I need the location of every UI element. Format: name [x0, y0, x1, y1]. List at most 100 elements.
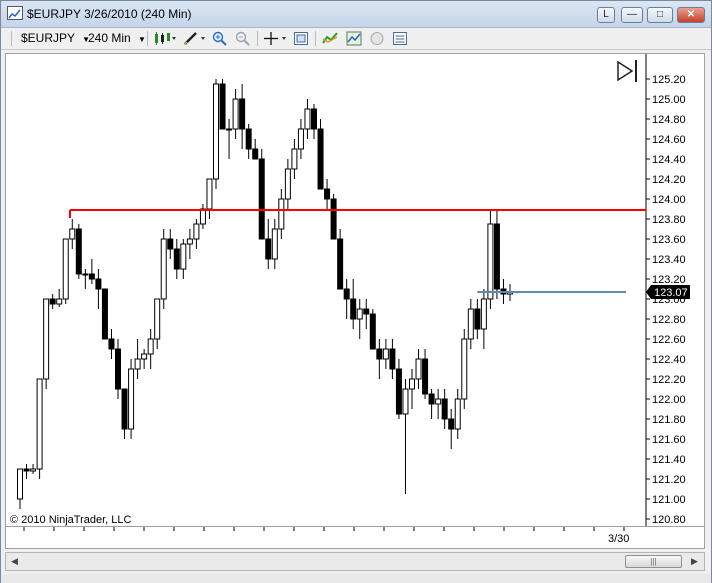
toolbar-separator [315, 31, 316, 46]
candle-body [343, 288, 350, 300]
candle-body [271, 228, 278, 260]
minimize-button[interactable]: — [621, 7, 643, 23]
clock-icon[interactable] [369, 31, 385, 46]
y-tick-label: 122.00 [652, 394, 686, 406]
y-tick-label: 125.20 [652, 74, 686, 86]
x-axis-ticks [23, 527, 625, 531]
y-tick-label: 124.60 [652, 134, 686, 146]
y-tick-label: 123.20 [652, 274, 686, 286]
candle-body [369, 313, 376, 350]
candle-body [252, 148, 259, 160]
toolbar-separator [147, 31, 148, 46]
window-title: $EURJPY 3/26/2010 (240 Min) [27, 7, 192, 21]
instrument-selector[interactable]: $EURJPY ▼ [21, 30, 90, 47]
y-tick-label: 123.40 [652, 254, 686, 266]
candle-body [36, 378, 43, 470]
chart-panel[interactable]: 123.07 125.20 125.00 124.80 124.60 124.40 124… [5, 53, 705, 527]
candle-body [356, 308, 363, 320]
x-axis [5, 527, 705, 549]
toolbar-grip [11, 31, 12, 46]
candle-body [441, 398, 448, 420]
horizontal-scrollbar[interactable]: ◀ ||| ▶ [5, 552, 705, 571]
candle-body [206, 178, 213, 210]
candle-body [160, 238, 167, 300]
y-tick-label: 122.60 [652, 334, 686, 346]
candle-body [435, 398, 442, 405]
candle-body [186, 238, 193, 245]
scroll-right-icon[interactable]: ▶ [688, 555, 701, 568]
candle-body [480, 298, 487, 330]
crosshair-icon[interactable] [263, 31, 289, 46]
chart-app-icon [7, 6, 23, 20]
candle-body [363, 308, 370, 315]
candle-body [291, 148, 298, 170]
candle-body [395, 368, 402, 415]
chevron-down-icon: ▼ [138, 35, 146, 44]
candle-body [180, 243, 187, 270]
candle-body [154, 298, 161, 340]
y-tick-label: 124.80 [652, 114, 686, 126]
candle-body [108, 338, 115, 350]
title-bar[interactable]: $EURJPY 3/26/2010 (240 Min) L — □ ✕ [1, 1, 711, 28]
y-tick-label: 123.60 [652, 234, 686, 246]
candle-body [62, 238, 69, 300]
candle-body [454, 398, 461, 430]
period-selector[interactable]: 240 Min ▼ [88, 30, 146, 47]
candle-body [56, 298, 63, 305]
candle-body [226, 128, 233, 131]
candle-body [17, 468, 23, 500]
scroll-left-icon[interactable]: ◀ [8, 555, 21, 568]
y-tick-label: 124.40 [652, 154, 686, 166]
data-box-icon[interactable] [392, 31, 408, 46]
candle-body [128, 368, 135, 430]
candle-body [415, 358, 422, 380]
drawing-pencil-icon[interactable] [182, 31, 208, 46]
price-chart[interactable]: 123.07 125.20125.00124.80124.60124.40124… [6, 54, 704, 526]
y-tick-label: 120.80 [652, 514, 686, 526]
chart-window: $EURJPY 3/26/2010 (240 Min) L — □ ✕ $EUR… [0, 0, 712, 583]
candlestick-style-icon[interactable] [153, 31, 177, 46]
candle-body [278, 198, 285, 230]
candle-body [428, 393, 435, 405]
candle-body [95, 278, 102, 290]
toolbar-separator [257, 31, 258, 46]
y-tick-label: 122.40 [652, 354, 686, 366]
y-tick-label: 121.40 [652, 454, 686, 466]
candle-body [402, 388, 409, 415]
chart-toolbar: $EURJPY ▼ 240 Min ▼ [1, 28, 711, 50]
candle-body [101, 288, 108, 340]
zoom-in-icon[interactable] [212, 31, 228, 46]
candle-body [389, 348, 396, 370]
candle-body [297, 128, 304, 150]
candle-body [317, 128, 324, 190]
zoom-out-icon[interactable] [235, 31, 251, 46]
candle-body [324, 188, 331, 200]
candle-body [193, 223, 200, 240]
candle-body [493, 223, 500, 290]
candle-body [311, 108, 317, 130]
scroll-to-end-icon[interactable] [617, 60, 637, 82]
scrollbar-thumb[interactable]: ||| [625, 555, 682, 568]
restore-icon[interactable]: L [597, 7, 615, 23]
candle-body [88, 273, 95, 280]
candle-body [284, 168, 291, 200]
close-button[interactable]: ✕ [677, 7, 705, 23]
candle-body [304, 108, 311, 130]
instrument-label: $EURJPY [21, 31, 75, 45]
strategies-icon[interactable] [346, 31, 362, 46]
y-tick-label: 122.20 [652, 374, 686, 386]
chart-properties-icon[interactable] [293, 31, 309, 46]
maximize-button[interactable]: □ [647, 7, 673, 23]
candle-body [199, 208, 206, 225]
y-tick-label: 121.00 [652, 494, 686, 506]
period-label: 240 Min [88, 31, 131, 45]
candle-body [134, 358, 141, 370]
candle-body [141, 353, 148, 360]
candle-body [49, 298, 56, 305]
candle-body [461, 338, 468, 400]
y-tick-label: 124.00 [652, 194, 686, 206]
candle-body [213, 83, 219, 180]
y-tick-label: 121.60 [652, 434, 686, 446]
y-tick-label: 122.80 [652, 314, 686, 326]
indicators-icon[interactable] [322, 31, 338, 46]
